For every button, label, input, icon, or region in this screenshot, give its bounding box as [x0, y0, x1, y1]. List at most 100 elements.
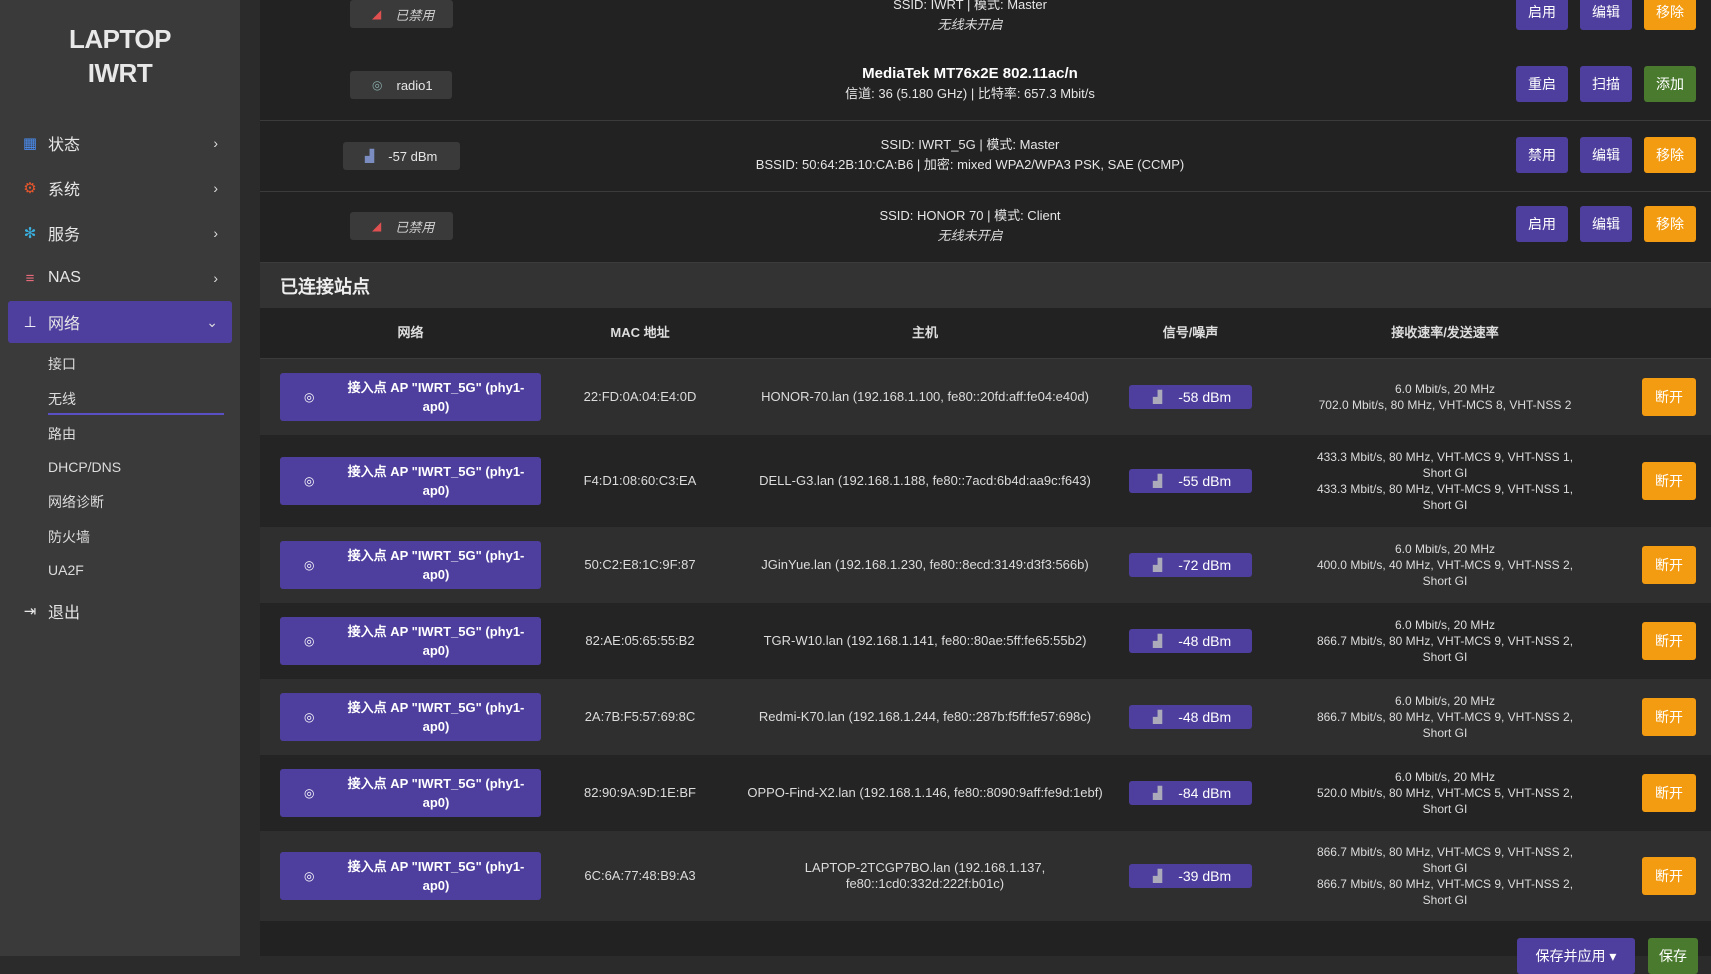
device-info: SSID: HONOR 70 | 模式: Client 无线未开启 — [879, 208, 1061, 243]
network-button[interactable]: ◎ 接入点 AP "IWRT_5G" (phy1-ap0) — [280, 457, 541, 505]
subnav-wireless[interactable]: 无线 — [48, 388, 76, 410]
signal-disabled-icon: ◢ — [372, 219, 382, 233]
radio-chip: ◎ radio1 — [350, 71, 452, 99]
nav-status[interactable]: ▦ 状态 › — [8, 122, 232, 164]
host-cell: Redmi-K70.lan (192.168.1.244, fe80::287b… — [758, 709, 1092, 724]
scan-button[interactable]: 扫描 — [1580, 66, 1632, 102]
disconnect-button[interactable]: 断开 — [1642, 378, 1696, 416]
cogs-icon: ✻ — [23, 225, 37, 242]
radio-row: ◎ radio1 MediaTek MT76x2E 802.11ac/n 信道:… — [260, 50, 1711, 121]
host-cell: HONOR-70.lan (192.168.1.100, fe80::20fd:… — [761, 389, 1089, 404]
nav-label: 系统 — [48, 182, 81, 199]
rate-cell: 6.0 Mbit/s, 20 MHz 702.0 Mbit/s, 80 MHz,… — [1318, 382, 1572, 412]
nav-label: 网络 — [48, 316, 81, 333]
header-rate: 接收速率/发送速率 — [1391, 325, 1499, 340]
disconnect-button[interactable]: 断开 — [1642, 774, 1696, 812]
chevron-right-icon: › — [213, 270, 218, 286]
device-info: SSID: IWRT_5G | 模式: Master BSSID: 50:64:… — [755, 137, 1185, 172]
disconnect-button[interactable]: 断开 — [1642, 462, 1696, 500]
subnav-interfaces[interactable]: 接口 — [48, 353, 76, 375]
chevron-right-icon: › — [213, 180, 218, 196]
disconnect-button[interactable]: 断开 — [1642, 857, 1696, 895]
signal-bars-icon: ▟ — [1153, 786, 1163, 800]
chevron-right-icon: › — [213, 225, 218, 241]
gear-icon: ⚙ — [23, 180, 37, 197]
antenna-icon: ◎ — [304, 634, 315, 648]
dashboard-icon: ▦ — [22, 135, 38, 152]
subnav-firewall[interactable]: 防火墙 — [48, 526, 90, 548]
edit-button[interactable]: 编辑 — [1580, 206, 1632, 242]
logout-icon: ⇥ — [23, 603, 37, 620]
signal-disabled-icon: ◢ — [372, 7, 382, 21]
network-button[interactable]: ◎ 接入点 AP "IWRT_5G" (phy1-ap0) — [280, 617, 541, 665]
remove-button[interactable]: 移除 — [1644, 0, 1696, 30]
signal-bars-icon: ▟ — [1153, 710, 1163, 724]
remove-button[interactable]: 移除 — [1644, 206, 1696, 242]
table-row: ◎ 接入点 AP "IWRT_5G" (phy1-ap0) 82:90:9A:9… — [260, 755, 1711, 831]
signal-badge: ▟ -84 dBm — [1129, 781, 1252, 805]
nav-nas[interactable]: ≡ NAS › — [8, 257, 232, 299]
main-content: ◢ 已禁用 SSID: IWRT | 模式: Master 无线未开启 启用 编… — [260, 0, 1711, 974]
device-info: SSID: IWRT | 模式: Master 无线未开启 — [893, 0, 1047, 32]
signal-bars-icon: ▟ — [1153, 474, 1163, 488]
disconnect-button[interactable]: 断开 — [1642, 698, 1696, 736]
antenna-icon: ◎ — [304, 710, 315, 724]
network-button[interactable]: ◎ 接入点 AP "IWRT_5G" (phy1-ap0) — [280, 769, 541, 817]
subnav-diagnostics[interactable]: 网络诊断 — [48, 491, 104, 513]
chevron-right-icon: › — [213, 135, 218, 151]
nav-label: 服务 — [48, 227, 81, 244]
signal-badge: ▟ -48 dBm — [1129, 705, 1252, 729]
edit-button[interactable]: 编辑 — [1580, 0, 1632, 30]
device-row: ◢ 已禁用 SSID: IWRT | 模式: Master 无线未开启 启用 编… — [260, 0, 1711, 51]
table-row: ◎ 接入点 AP "IWRT_5G" (phy1-ap0) 6C:6A:77:4… — [260, 831, 1711, 921]
nav-network[interactable]: ⊥ 网络 ⌄ — [8, 301, 232, 343]
network-button[interactable]: ◎ 接入点 AP "IWRT_5G" (phy1-ap0) — [280, 541, 541, 589]
restart-button[interactable]: 重启 — [1516, 66, 1568, 102]
network-button[interactable]: ◎ 接入点 AP "IWRT_5G" (phy1-ap0) — [280, 852, 541, 900]
disconnect-button[interactable]: 断开 — [1642, 622, 1696, 660]
subnav-routes[interactable]: 路由 — [48, 423, 76, 445]
mac-cell: 22:FD:0A:04:E4:0D — [583, 389, 697, 404]
radio-title: MediaTek MT76x2E 802.11ac/n — [862, 65, 1078, 82]
table-row: ◎ 接入点 AP "IWRT_5G" (phy1-ap0) 2A:7B:F5:5… — [260, 679, 1711, 755]
enable-button[interactable]: 启用 — [1516, 206, 1568, 242]
disconnect-button[interactable]: 断开 — [1642, 546, 1696, 584]
nav-services[interactable]: ✻ 服务 › — [8, 212, 232, 254]
table-header: 网络 MAC 地址 主机 信号/噪声 接收速率/发送速率 — [260, 308, 1711, 359]
header-network: 网络 — [397, 325, 424, 340]
mac-cell: 2A:7B:F5:57:69:8C — [584, 709, 696, 724]
device-row: ◢ 已禁用 SSID: HONOR 70 | 模式: Client 无线未开启 … — [260, 192, 1711, 263]
mac-cell: 50:C2:E8:1C:9F:87 — [584, 557, 696, 572]
signal-badge: ▟ -48 dBm — [1129, 629, 1252, 653]
add-button[interactable]: 添加 — [1644, 66, 1696, 102]
disable-button[interactable]: 禁用 — [1516, 137, 1568, 173]
table-row: ◎ 接入点 AP "IWRT_5G" (phy1-ap0) 50:C2:E8:1… — [260, 527, 1711, 603]
subnav-ua2f[interactable]: UA2F — [48, 559, 84, 581]
enable-button[interactable]: 启用 — [1516, 0, 1568, 30]
edit-button[interactable]: 编辑 — [1580, 137, 1632, 173]
nav-system[interactable]: ⚙ 系统 › — [8, 167, 232, 209]
nav-label: NAS — [48, 269, 81, 286]
mac-cell: 82:AE:05:65:55:B2 — [585, 633, 695, 648]
remove-button[interactable]: 移除 — [1644, 137, 1696, 173]
header-mac: MAC 地址 — [610, 325, 670, 340]
database-icon: ≡ — [25, 269, 35, 287]
save-apply-button[interactable]: 保存并应用 ▾ — [1517, 938, 1635, 974]
header-signal: 信号/噪声 — [1162, 325, 1219, 340]
radio-icon: ◎ — [372, 78, 383, 92]
network-button[interactable]: ◎ 接入点 AP "IWRT_5G" (phy1-ap0) — [280, 693, 541, 741]
radio-info: MediaTek MT76x2E 802.11ac/n 信道: 36 (5.18… — [660, 64, 1280, 104]
nav-logout[interactable]: ⇥ 退出 — [8, 590, 232, 632]
subnav-dhcp[interactable]: DHCP/DNS — [48, 456, 121, 478]
save-button[interactable]: 保存 — [1648, 938, 1698, 974]
signal-bars-icon: ▟ — [365, 149, 375, 163]
nav-label: 退出 — [48, 605, 81, 622]
signal-badge: ▟ -55 dBm — [1129, 469, 1252, 493]
rate-cell: 6.0 Mbit/s, 20 MHz 866.7 Mbit/s, 80 MHz,… — [1316, 618, 1574, 664]
signal-bars-icon: ▟ — [1153, 869, 1163, 883]
signal-badge: ▟ -39 dBm — [1129, 864, 1252, 888]
brand-logo[interactable]: LAPTOP IWRT — [0, 22, 240, 90]
device-row: ▟ -57 dBm SSID: IWRT_5G | 模式: Master BSS… — [260, 121, 1711, 192]
signal-bars-icon: ▟ — [1153, 634, 1163, 648]
network-button[interactable]: ◎ 接入点 AP "IWRT_5G" (phy1-ap0) — [280, 373, 541, 421]
